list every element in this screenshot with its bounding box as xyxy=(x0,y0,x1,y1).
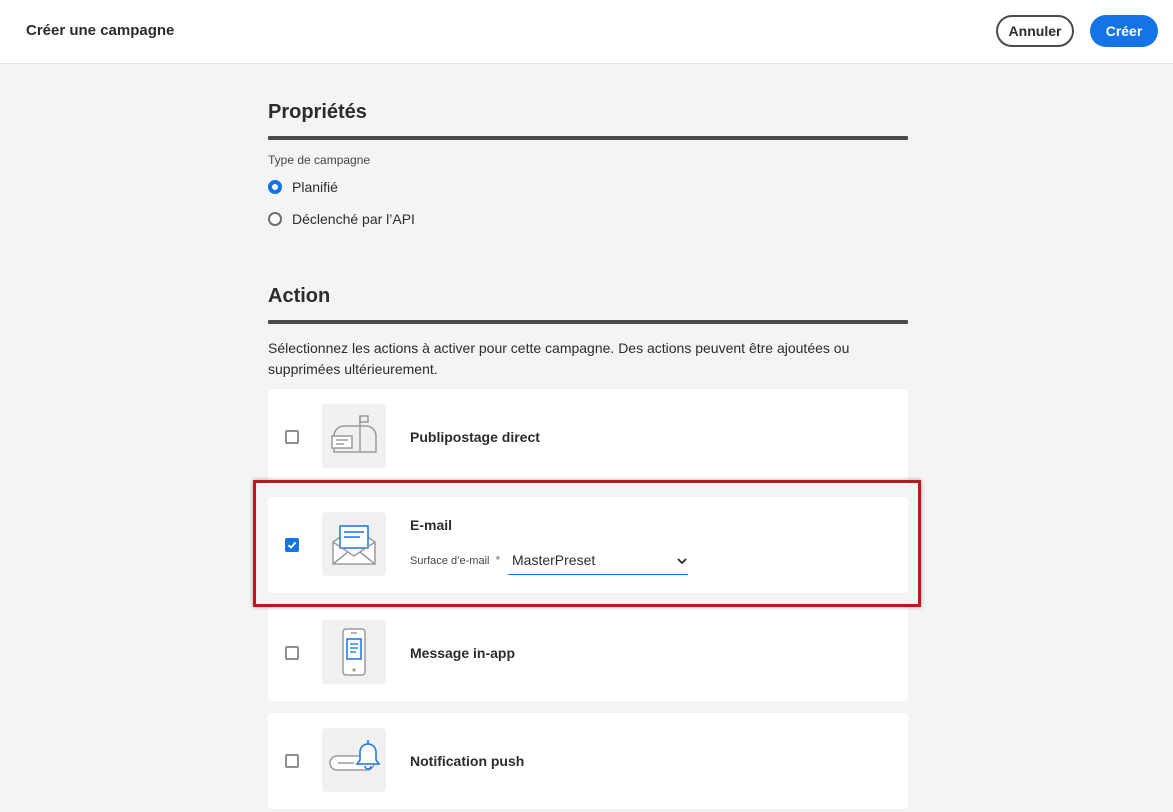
direct-mail-title: Publipostage direct xyxy=(410,429,540,445)
action-description: Sélectionnez les actions à activer pour … xyxy=(268,340,850,377)
action-card-in-app[interactable]: Message in-app xyxy=(268,605,908,701)
email-surface-label-text: Surface d’e-mail xyxy=(410,555,490,567)
campaign-type-label: Type de campagne xyxy=(268,153,371,167)
radio-api-triggered-label: Déclenché par l’API xyxy=(292,211,415,227)
top-bar: Créer une campagne Annuler Créer xyxy=(0,0,1173,64)
chevron-down-icon[interactable] xyxy=(676,555,688,567)
radio-scheduled-label: Planifié xyxy=(292,179,338,195)
properties-heading: Propriétés xyxy=(268,101,367,123)
action-divider xyxy=(268,320,908,324)
email-surface-value: MasterPreset xyxy=(512,552,596,568)
required-asterisk: * xyxy=(495,553,501,567)
email-checkbox[interactable] xyxy=(285,538,299,552)
page-title: Créer une campagne xyxy=(26,22,175,39)
email-surface-label: Surface d’e-mail * xyxy=(410,553,500,567)
envelope-icon xyxy=(322,512,386,576)
mailbox-icon xyxy=(322,404,386,468)
action-card-direct-mail[interactable]: Publipostage direct xyxy=(268,389,908,485)
cancel-button[interactable]: Annuler xyxy=(996,15,1074,47)
push-checkbox[interactable] xyxy=(285,754,299,768)
action-card-email[interactable]: E-mail Surface d’e-mail * MasterPreset xyxy=(268,497,908,593)
checkmark-icon xyxy=(287,541,297,549)
mobile-message-icon xyxy=(322,620,386,684)
in-app-title: Message in-app xyxy=(410,645,516,661)
email-title: E-mail xyxy=(410,517,453,533)
bell-notification-icon xyxy=(322,728,386,792)
in-app-checkbox[interactable] xyxy=(285,646,299,660)
action-heading: Action xyxy=(268,285,331,307)
radio-scheduled[interactable]: Planifié xyxy=(268,179,338,195)
email-surface-select[interactable]: MasterPreset xyxy=(508,547,688,575)
properties-divider xyxy=(268,136,908,140)
action-card-push[interactable]: Notification push xyxy=(268,713,908,809)
create-button[interactable]: Créer xyxy=(1090,15,1158,47)
radio-api-triggered[interactable]: Déclenché par l’API xyxy=(268,211,415,227)
push-title: Notification push xyxy=(410,753,525,769)
direct-mail-checkbox[interactable] xyxy=(285,430,299,444)
radio-button-selected[interactable] xyxy=(268,180,282,194)
radio-button[interactable] xyxy=(268,212,282,226)
